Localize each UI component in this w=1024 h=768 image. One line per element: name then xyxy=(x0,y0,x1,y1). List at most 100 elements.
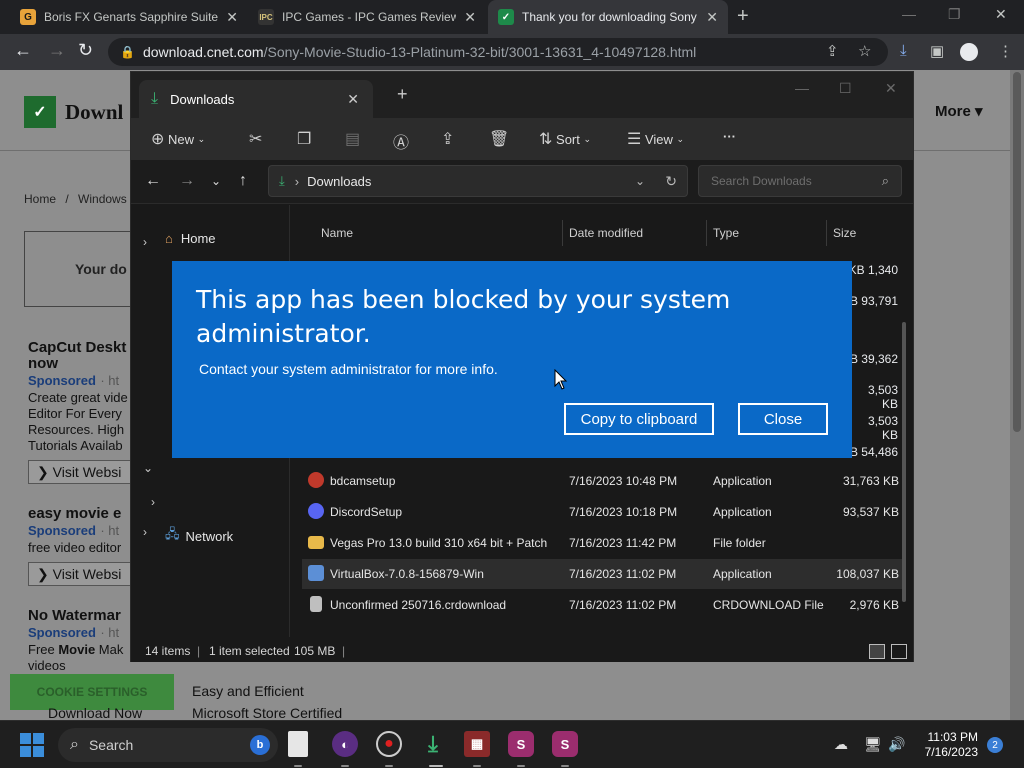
page-scrollbar[interactable] xyxy=(1010,70,1024,720)
chevron-down-icon[interactable]: ⌄ xyxy=(635,174,645,188)
explorer-tab-downloads[interactable]: ⤓ Downloads ✕ xyxy=(139,80,373,118)
ad-easy-movie: easy movie e Sponsored · ht free video e… xyxy=(28,505,122,556)
file-row-bdcamsetup[interactable]: bdcamsetup 7/16/2023 10:48 PM Applicatio… xyxy=(302,466,902,496)
file-row-vegas-pro[interactable]: Vegas Pro 13.0 build 310 x64 bit + Patch… xyxy=(302,528,902,558)
details-view-icon[interactable] xyxy=(869,644,885,659)
recorder-app-icon[interactable]: ● xyxy=(376,731,402,757)
column-date-modified[interactable]: Date modified xyxy=(569,226,643,240)
download-now-link[interactable]: Download Now xyxy=(48,705,142,720)
chevron-down-icon[interactable]: ⌄ xyxy=(143,461,153,475)
notification-badge[interactable]: 2 xyxy=(987,737,1003,753)
app-s-icon[interactable]: S xyxy=(552,731,578,757)
cnet-site-title[interactable]: Downl xyxy=(65,100,123,125)
chevron-right-icon[interactable]: › xyxy=(143,525,147,539)
more-options-icon[interactable]: ··· xyxy=(723,129,736,144)
explorer-new-tab-icon[interactable]: + xyxy=(397,84,408,105)
back-icon[interactable]: ← xyxy=(14,40,32,61)
explorer-status-bar: 14 items | 1 item selected 105 MB | xyxy=(131,638,913,662)
explorer-search-input[interactable]: Search Downloads ⌕ xyxy=(698,165,902,197)
file-size: 39,362 KB xyxy=(850,352,898,366)
reload-icon[interactable]: ↻ xyxy=(78,40,93,61)
close-button[interactable]: Close xyxy=(738,403,828,435)
search-icon: ⌕ xyxy=(70,736,79,753)
explorer-maximize-icon[interactable]: ☐ xyxy=(839,80,852,97)
page-scroll-thumb[interactable] xyxy=(1013,72,1021,432)
recent-locations-icon[interactable]: ⌄ xyxy=(211,174,221,188)
visit-website-button[interactable]: ❯ Visit Websi xyxy=(28,562,138,586)
explorer-address-bar[interactable]: ⤓ › Downloads ⌄ ↻ xyxy=(268,165,688,197)
explorer-close-icon[interactable]: ✕ xyxy=(885,80,897,97)
winrar-app-icon[interactable]: ▦ xyxy=(464,731,490,757)
refresh-icon[interactable]: ↻ xyxy=(665,173,677,190)
nav-network[interactable]: 🖧 Network xyxy=(165,525,233,547)
breadcrumb-home[interactable]: Home xyxy=(24,192,56,206)
tab-close-icon[interactable]: ✕ xyxy=(226,9,238,26)
more-menu[interactable]: More ▾ xyxy=(935,102,983,120)
nav-home[interactable]: ⌂ Home xyxy=(165,231,216,246)
hidden-icons-icon[interactable]: ☁ xyxy=(834,736,848,753)
chevron-right-icon[interactable]: › xyxy=(143,235,147,249)
chrome-menu-icon[interactable]: ⋮ xyxy=(998,42,1013,60)
system-clock[interactable]: 11:03 PM 7/16/2023 xyxy=(900,730,978,760)
breadcrumb-windows[interactable]: Windows xyxy=(78,192,127,206)
profile-avatar[interactable] xyxy=(960,43,978,61)
up-folder-icon[interactable]: ↑ xyxy=(239,172,247,190)
bing-icon[interactable]: b xyxy=(250,735,270,755)
minimize-icon[interactable]: — xyxy=(902,6,916,22)
explorer-command-bar: ⊕ New ⌄ ✂ ❐ ▤ Ⓐ ⇪ 🗑 ⇅ Sort ⌄ ☰ View ⌄ ··… xyxy=(131,118,913,160)
delete-icon[interactable]: 🗑 xyxy=(489,129,509,149)
file-row-unconfirmed[interactable]: Unconfirmed 250716.crdownload 7/16/2023 … xyxy=(302,590,902,620)
column-size[interactable]: Size xyxy=(833,226,856,240)
forward-icon[interactable]: → xyxy=(48,40,66,61)
explorer-tab-close-icon[interactable]: ✕ xyxy=(347,91,359,108)
view-button[interactable]: ☰ View ⌄ xyxy=(627,129,684,149)
media-app-icon[interactable]: ◐ xyxy=(332,731,358,757)
cut-icon[interactable]: ✂ xyxy=(249,129,262,149)
tab-close-icon[interactable]: ✕ xyxy=(706,9,718,26)
file-size: 54,486 KB xyxy=(850,445,898,459)
new-button[interactable]: ⊕ New ⌄ xyxy=(151,129,205,149)
chevron-right-icon[interactable]: › xyxy=(151,495,155,509)
sort-icon: ⇅ xyxy=(539,131,553,148)
rename-icon[interactable]: Ⓐ xyxy=(393,129,409,153)
explorer-forward-icon[interactable]: → xyxy=(179,172,195,190)
explorer-minimize-icon[interactable]: — xyxy=(795,80,809,96)
cnet-download-logo-icon[interactable]: ✓ xyxy=(24,96,56,128)
side-panel-icon[interactable]: ▣ xyxy=(930,42,944,60)
network-tray-icon[interactable]: 🖥 xyxy=(864,736,882,753)
dialog-message: Contact your system administrator for mo… xyxy=(199,361,498,377)
app-s-icon[interactable]: S xyxy=(508,731,534,757)
ms-certified-text: Microsoft Store Certified xyxy=(192,705,343,720)
download-indicator-icon[interactable]: ⤓ xyxy=(900,42,907,59)
share-icon[interactable]: ⇪ xyxy=(826,42,839,60)
bandicam-icon xyxy=(308,472,324,488)
browser-tab-ipc[interactable]: IPC IPC Games - IPC Games Reviews ✕ xyxy=(248,0,486,34)
window-close-icon[interactable]: ✕ xyxy=(995,6,1007,23)
copy-icon[interactable]: ❐ xyxy=(297,129,311,149)
new-tab-icon[interactable]: + xyxy=(737,5,749,28)
paste-icon[interactable]: ▤ xyxy=(345,129,360,149)
file-app-icon[interactable] xyxy=(288,731,308,757)
ad-no-watermark: No Watermar Sponsored · ht Free Movie Ma… xyxy=(28,607,124,674)
tab-close-icon[interactable]: ✕ xyxy=(464,9,476,26)
file-row-discordsetup[interactable]: DiscordSetup 7/16/2023 10:18 PM Applicat… xyxy=(302,497,902,527)
share-file-icon[interactable]: ⇪ xyxy=(441,129,454,149)
downloads-folder-taskbar-icon[interactable]: ⤓ xyxy=(420,731,446,757)
column-name[interactable]: Name xyxy=(321,226,353,240)
boris-favicon-icon: G xyxy=(20,9,36,25)
copy-to-clipboard-button[interactable]: Copy to clipboard xyxy=(564,403,714,435)
browser-tab-cnet[interactable]: ✓ Thank you for downloading Sony ✕ xyxy=(488,0,728,34)
browser-tab-boris[interactable]: G Boris FX Genarts Sapphire Suite 2 ✕ xyxy=(10,0,248,34)
maximize-icon[interactable]: ❐ xyxy=(948,6,961,23)
tiles-view-icon[interactable] xyxy=(891,644,907,659)
explorer-back-icon[interactable]: ← xyxy=(145,172,161,190)
visit-website-button[interactable]: ❯ Visit Websi xyxy=(28,460,138,484)
column-type[interactable]: Type xyxy=(713,226,739,240)
explorer-scrollbar[interactable] xyxy=(902,322,906,602)
taskbar-search[interactable]: ⌕ Search b xyxy=(58,728,278,762)
bookmark-star-icon[interactable]: ☆ xyxy=(858,42,871,60)
sort-button[interactable]: ⇅ Sort ⌄ xyxy=(539,129,591,149)
start-windows-icon[interactable] xyxy=(20,733,44,757)
address-bar[interactable]: 🔒 download.cnet.com /Sony-Movie-Studio-1… xyxy=(108,38,888,66)
file-row-virtualbox[interactable]: VirtualBox-7.0.8-156879-Win 7/16/2023 11… xyxy=(302,559,902,589)
